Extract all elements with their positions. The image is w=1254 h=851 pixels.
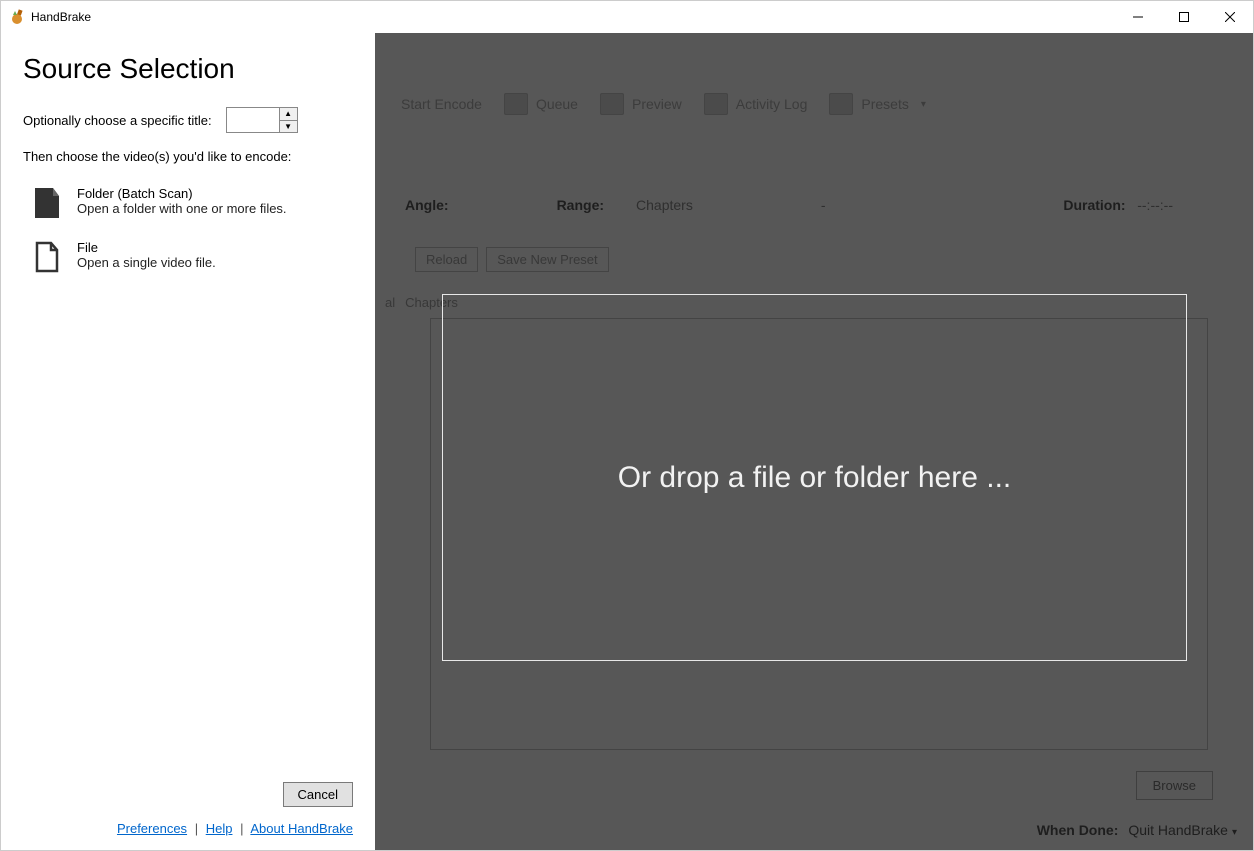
browse-row: Browse (1136, 771, 1213, 800)
spinner-buttons: ▲ ▼ (279, 108, 297, 132)
drop-zone-text: Or drop a file or folder here ... (618, 461, 1012, 495)
panel-heading: Source Selection (23, 53, 353, 85)
links-row: Preferences | Help | About HandBrake (23, 821, 353, 836)
title-bar-left: HandBrake (9, 9, 91, 25)
instruction-text: Then choose the video(s) you'd like to e… (23, 149, 353, 164)
spinner-up[interactable]: ▲ (280, 108, 297, 121)
folder-title: Folder (Batch Scan) (77, 186, 287, 201)
toolbar-queue[interactable]: Queue (498, 91, 584, 117)
preferences-link[interactable]: Preferences (117, 821, 187, 836)
toolbar-start-encode[interactable]: Start Encode (395, 94, 488, 114)
cancel-button[interactable]: Cancel (283, 782, 353, 807)
range-label: Range: (557, 197, 604, 213)
file-subtitle: Open a single video file. (77, 255, 216, 270)
save-new-preset-button[interactable]: Save New Preset (486, 247, 608, 272)
main-area-dimmed: Start Encode Queue Preview Activity Log … (375, 33, 1253, 850)
info-row: Angle: Range: Chapters - Duration: --:--… (405, 197, 1233, 213)
spinner-down[interactable]: ▼ (280, 121, 297, 133)
file-title: File (77, 240, 216, 255)
queue-icon (504, 93, 528, 115)
cancel-row: Cancel (23, 782, 353, 807)
source-selection-panel: Source Selection Optionally choose a spe… (1, 33, 375, 850)
title-spinner[interactable]: ▲ ▼ (226, 107, 298, 133)
drop-zone[interactable]: Or drop a file or folder here ... (442, 294, 1187, 661)
app-icon (9, 9, 25, 25)
toolbar-presets[interactable]: Presets (823, 91, 932, 117)
queue-label: Queue (536, 96, 578, 112)
presets-label: Presets (861, 96, 908, 112)
duration-label: Duration: (1063, 197, 1125, 213)
app-window: HandBrake Source Selection Optionally ch… (0, 0, 1254, 851)
file-text: File Open a single video file. (77, 240, 216, 270)
angle-label: Angle: (405, 197, 449, 213)
source-file-option[interactable]: File Open a single video file. (23, 236, 353, 278)
title-spinner-row: Optionally choose a specific title: ▲ ▼ (23, 107, 353, 133)
folder-text: Folder (Batch Scan) Open a folder with o… (77, 186, 287, 216)
toolbar: Start Encode Queue Preview Activity Log … (375, 91, 932, 117)
toolbar-preview[interactable]: Preview (594, 91, 688, 117)
start-encode-label: Start Encode (401, 96, 482, 112)
help-link[interactable]: Help (206, 821, 233, 836)
about-link[interactable]: About HandBrake (250, 821, 353, 836)
activity-log-icon (704, 93, 728, 115)
presets-icon (829, 93, 853, 115)
title-bar: HandBrake (1, 1, 1253, 33)
window-controls (1115, 1, 1253, 33)
duration-value: --:--:-- (1137, 197, 1173, 213)
folder-subtitle: Open a folder with one or more files. (77, 201, 287, 216)
chip-row: Reload Save New Preset (415, 247, 609, 272)
reload-button[interactable]: Reload (415, 247, 478, 272)
preview-label: Preview (632, 96, 682, 112)
when-done-label: When Done: (1037, 822, 1119, 838)
bottom-row: When Done: Quit HandBrake (1037, 822, 1237, 838)
title-spinner-label: Optionally choose a specific title: (23, 113, 212, 128)
range-dash: - (821, 197, 826, 213)
tab-fragment[interactable]: al (385, 295, 395, 310)
minimize-button[interactable] (1115, 1, 1161, 33)
activity-log-label: Activity Log (736, 96, 808, 112)
app-title: HandBrake (31, 10, 91, 24)
maximize-button[interactable] (1161, 1, 1207, 33)
title-spinner-input[interactable] (227, 108, 279, 132)
close-button[interactable] (1207, 1, 1253, 33)
source-folder-option[interactable]: Folder (Batch Scan) Open a folder with o… (23, 182, 353, 224)
toolbar-activity-log[interactable]: Activity Log (698, 91, 814, 117)
body-area: Source Selection Optionally choose a spe… (1, 33, 1253, 850)
when-done-dropdown[interactable]: Quit HandBrake (1128, 822, 1237, 838)
file-icon (33, 240, 61, 274)
range-value: Chapters (636, 197, 693, 213)
browse-button[interactable]: Browse (1136, 771, 1213, 800)
folder-icon (33, 186, 61, 220)
preview-icon (600, 93, 624, 115)
